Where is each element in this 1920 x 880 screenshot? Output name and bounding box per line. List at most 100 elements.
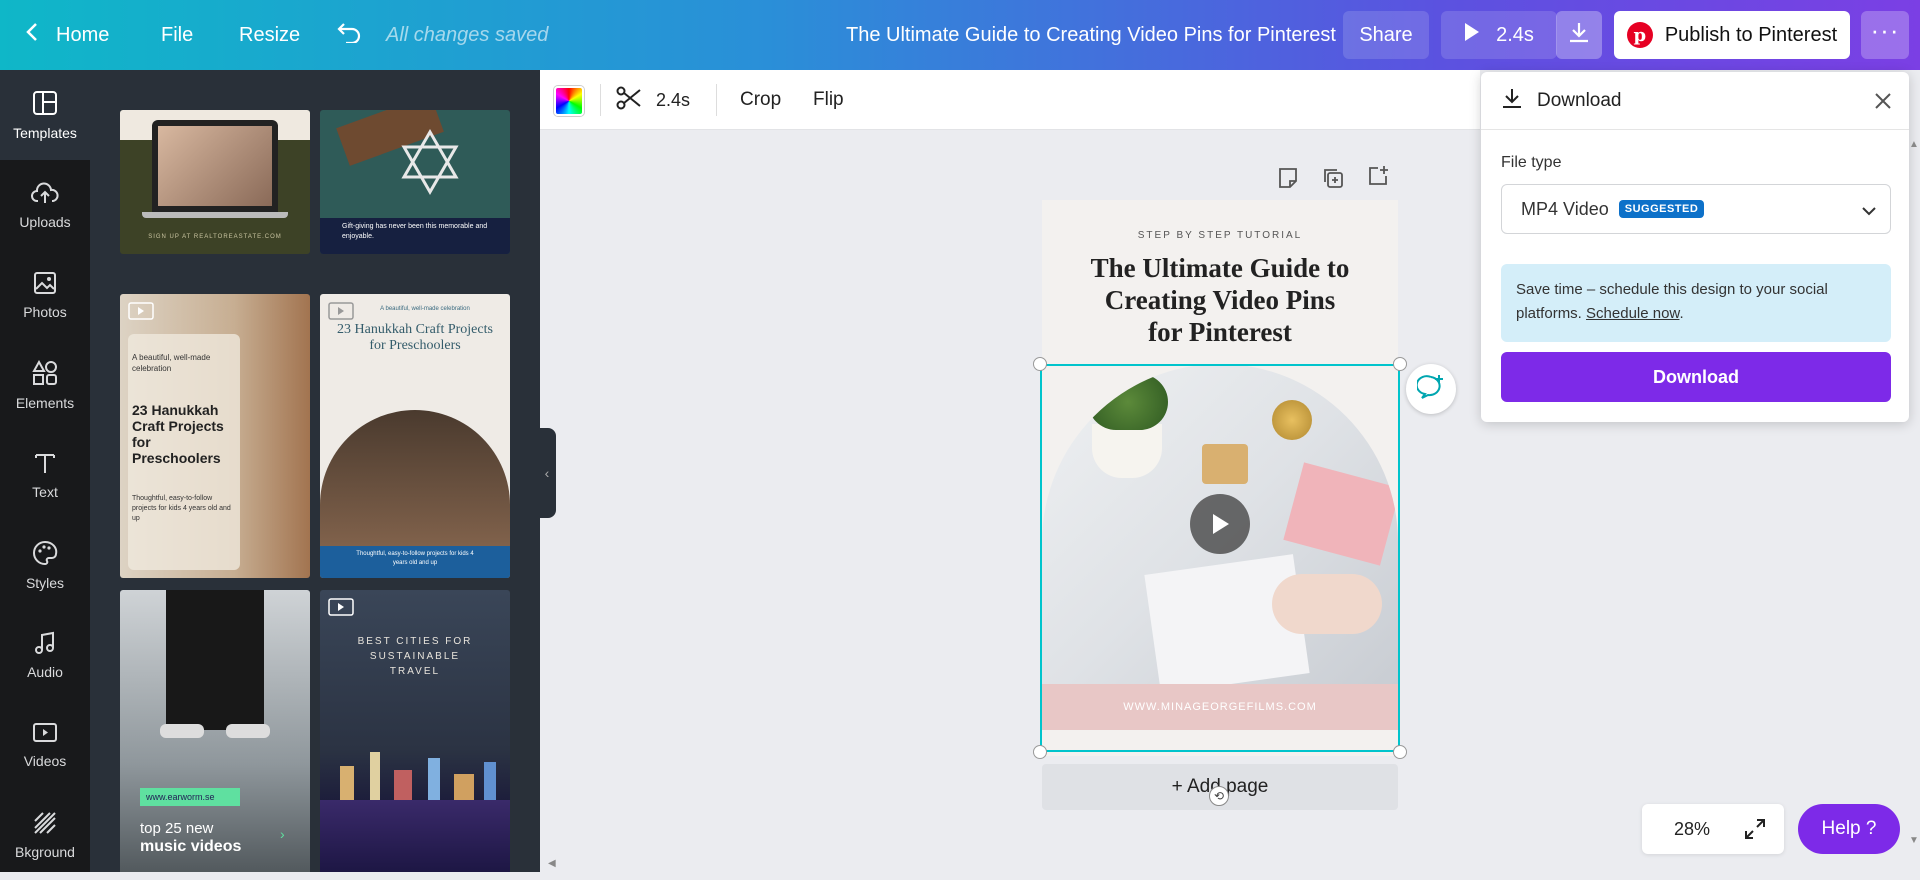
publish-label: Publish to Pinterest [1664, 23, 1838, 46]
top-bar: Home File Resize All changes saved The U… [0, 0, 1920, 70]
sidebar-item-label: Elements [15, 394, 75, 411]
text-icon [33, 451, 57, 484]
divider [600, 84, 601, 116]
selection-box [1040, 364, 1400, 752]
resize-handle[interactable] [1033, 745, 1047, 759]
chevron-down-icon [1862, 203, 1876, 221]
file-type-label: File type [1501, 154, 1562, 171]
sidebar-item-audio[interactable]: Audio [0, 610, 90, 700]
play-duration: 2.4s [1496, 23, 1534, 46]
design-title[interactable]: The Ultimate Guide to Creating Video Pin… [846, 0, 1336, 70]
template-thumb-laptop[interactable]: SIGN UP AT REALTOREASTATE.COM [120, 110, 310, 254]
sidebar-item-background[interactable]: Bkground [0, 790, 90, 880]
home-button[interactable]: Home [26, 0, 109, 70]
schedule-now-link[interactable]: Schedule now [1586, 305, 1679, 322]
file-menu[interactable]: File [161, 0, 193, 70]
resize-handle[interactable] [1033, 357, 1047, 371]
download-icon [1501, 87, 1523, 114]
thumb-shoe [226, 724, 270, 738]
resize-handle[interactable] [1393, 745, 1407, 759]
add-comment-button[interactable] [1406, 364, 1456, 414]
vertical-scrollbar[interactable]: ▲ ▼ [1906, 135, 1920, 855]
video-badge-icon [328, 598, 354, 616]
duplicate-page-icon[interactable] [1321, 166, 1345, 195]
zoom-level[interactable]: 28% [1674, 819, 1710, 840]
sidebar-item-label: Audio [27, 663, 63, 680]
download-button[interactable]: Download [1501, 352, 1891, 402]
collapse-panel-button[interactable]: ‹ [538, 428, 556, 518]
horizontal-scrollbar[interactable]: ◀ [548, 858, 1898, 872]
background-icon [33, 811, 57, 844]
trim-duration: 2.4s [656, 89, 691, 110]
page-title: The Ultimate Guide to Creating Video Pin… [1090, 253, 1350, 347]
sidebar-item-templates[interactable]: Templates [0, 70, 90, 160]
schedule-info-box: Save time – schedule this design to your… [1501, 264, 1891, 342]
thumb-title: BEST CITIES FOR SUSTAINABLE TRAVEL [357, 636, 473, 677]
sidebar-item-label: Videos [23, 752, 67, 769]
close-icon[interactable] [1874, 92, 1892, 115]
crop-button[interactable]: Crop [740, 70, 781, 130]
template-thumb-hanukkah-2[interactable]: A beautiful, well-made celebration 23 Ha… [320, 294, 510, 578]
color-picker-icon[interactable] [554, 86, 584, 116]
thumb-url: www.earworm.se [140, 788, 240, 806]
thumb-line2: music videos [140, 838, 242, 855]
fullscreen-icon[interactable] [1744, 818, 1766, 845]
video-badge-icon [128, 302, 154, 320]
sidebar-item-elements[interactable]: Elements [0, 340, 90, 430]
share-button[interactable]: Share [1343, 11, 1429, 59]
chevron-left-icon: ‹ [544, 465, 550, 481]
sidebar-item-styles[interactable]: Styles [0, 520, 90, 610]
template-thumb-hanukkah-1[interactable]: A beautiful, well-made celebration 23 Ha… [120, 294, 310, 578]
sidebar: Templates Uploads Photos Elements Text S… [0, 70, 90, 872]
sidebar-item-label: Templates [13, 124, 77, 141]
sidebar-item-uploads[interactable]: Uploads [0, 160, 90, 250]
play-button[interactable]: 2.4s [1441, 11, 1557, 59]
elements-icon [32, 359, 58, 395]
page-kicker: STEP BY STEP TUTORIAL [1137, 230, 1303, 241]
add-note-icon[interactable] [1276, 166, 1300, 195]
file-type-select[interactable]: MP4 Video SUGGESTED [1501, 184, 1891, 234]
publish-pinterest-button[interactable]: p Publish to Pinterest [1614, 11, 1850, 59]
more-options-button[interactable]: ··· [1861, 11, 1909, 59]
schedule-info-end: . [1679, 305, 1684, 322]
pinterest-icon: p [1626, 22, 1653, 48]
sidebar-item-label: Photos [23, 303, 67, 320]
template-thumb-hanukkah-gift[interactable]: Gift-giving has never been this memorabl… [320, 110, 510, 254]
resize-handle[interactable] [1393, 357, 1407, 371]
videos-icon [32, 722, 58, 753]
thumb-skyline [320, 740, 510, 800]
sidebar-item-photos[interactable]: Photos [0, 250, 90, 340]
template-thumb-music-videos[interactable]: www.earworm.se top 25 new music videos › [120, 590, 310, 872]
thumb-line1: top 25 new [140, 820, 214, 837]
template-thumb-best-cities[interactable]: BEST CITIES FOR SUSTAINABLE TRAVEL [320, 590, 510, 872]
laptop-screen [158, 126, 272, 206]
uploads-icon [31, 181, 59, 214]
thumb-text: SIGN UP AT REALTOREASTATE.COM [148, 234, 282, 240]
saved-status: All changes saved [386, 23, 549, 46]
templates-panel: SIGN UP AT REALTOREASTATE.COM Gift-givin… [90, 70, 540, 872]
sidebar-item-text[interactable]: Text [0, 430, 90, 520]
comment-icon [1415, 374, 1445, 405]
download-toggle-button[interactable] [1556, 11, 1602, 59]
undo-icon [336, 21, 362, 49]
thumb-small: A beautiful, well-made celebration [380, 306, 470, 312]
photos-icon [33, 271, 57, 304]
flip-button[interactable]: Flip [813, 70, 844, 130]
download-icon [1568, 21, 1590, 49]
add-page-icon[interactable] [1366, 164, 1390, 193]
editor-toolbar: 2.4s Crop Flip [540, 70, 1480, 130]
help-button[interactable]: Help ? [1798, 804, 1900, 854]
rotate-icon[interactable]: ⟲ [1209, 786, 1229, 806]
thumb-body: Thoughtful, easy-to-follow projects for … [356, 551, 474, 566]
undo-button[interactable] [336, 0, 362, 70]
thumb-shoe [160, 724, 204, 738]
more-icon: ··· [1870, 15, 1900, 45]
resize-button[interactable]: Resize [239, 0, 300, 70]
thumb-title: 23 Hanukkah Craft Projects for Preschool… [132, 402, 224, 466]
scissors-icon [616, 86, 642, 115]
sidebar-item-videos[interactable]: Videos [0, 700, 90, 790]
trim-button[interactable]: 2.4s [616, 70, 690, 130]
thumb-body: Thoughtful, easy-to-follow projects for … [132, 495, 231, 522]
divider [716, 84, 717, 116]
chevron-left-icon [26, 22, 38, 48]
